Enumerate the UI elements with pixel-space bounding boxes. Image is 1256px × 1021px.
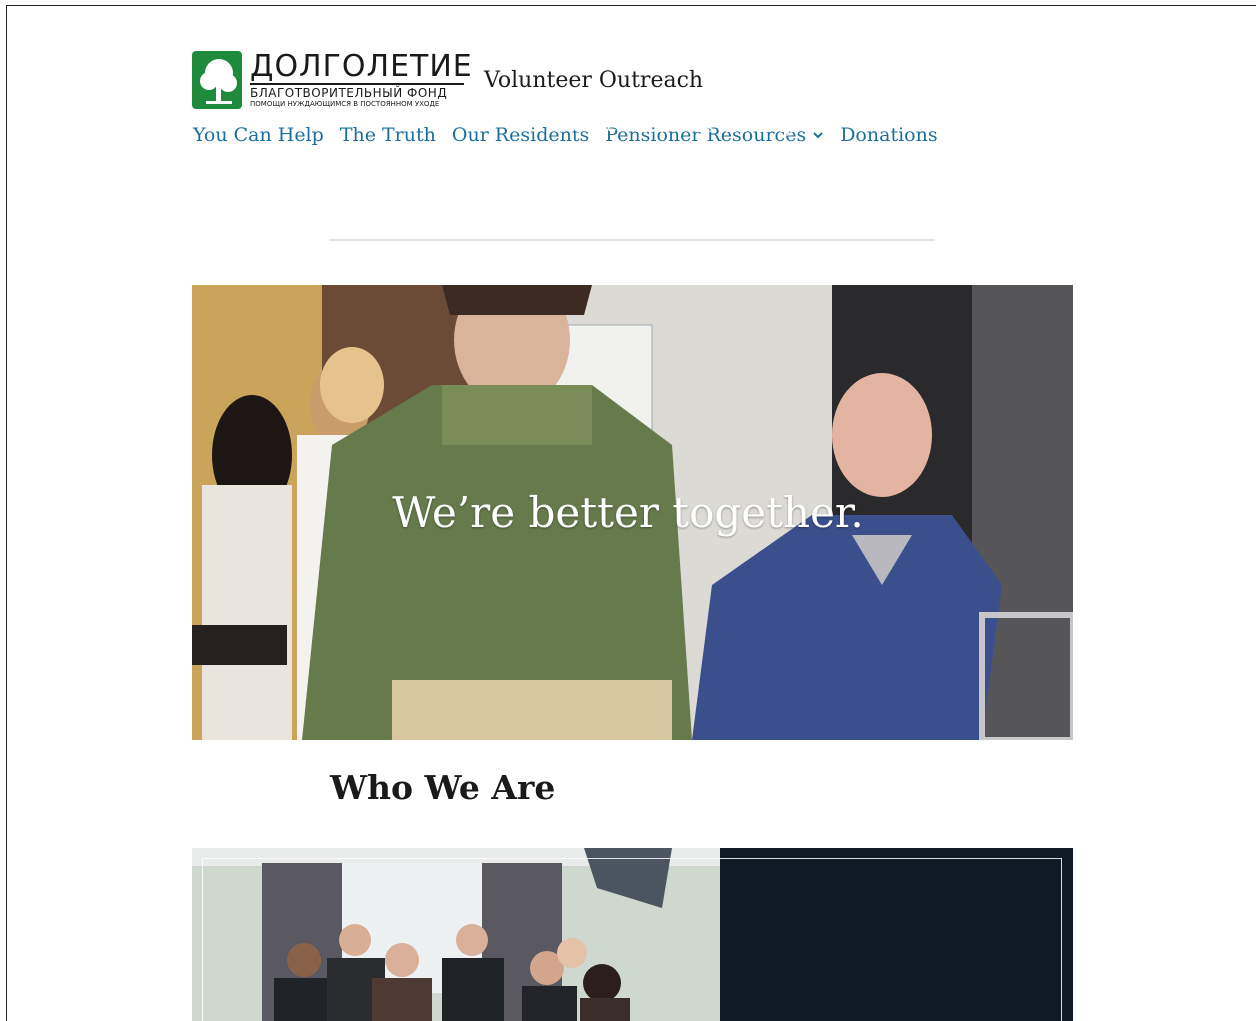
nav-you-can-help[interactable]: You Can Help [193, 124, 324, 146]
header-separator [329, 239, 935, 241]
nav-the-truth[interactable]: The Truth [340, 124, 436, 146]
nav-label: You Can Help [193, 124, 324, 146]
who-we-are-block [192, 848, 1073, 1021]
who-we-are-panel [720, 848, 1073, 1021]
tree-logo-icon [192, 51, 242, 109]
who-we-are-text: We are volunteers that help Russia’s mos… [557, 117, 849, 207]
section-title-who-we-are: Who We Are [330, 768, 556, 807]
site-logo[interactable]: ДОЛГОЛЕТИЕ БЛАГОТВОРИТЕЛЬНЫЙ ФОНД ПОМОЩИ… [192, 49, 473, 110]
site-title[interactable]: Volunteer Outreach [484, 68, 703, 93]
nav-label: The Truth [339, 124, 436, 146]
logo-subtitle: БЛАГОТВОРИТЕЛЬНЫЙ ФОНД [250, 86, 448, 100]
group-photo-illustration [192, 848, 720, 1021]
logo-wordmark: ДОЛГОЛЕТИЕ БЛАГОТВОРИТЕЛЬНЫЙ ФОНД ПОМОЩИ… [250, 49, 473, 108]
logo-title: ДОЛГОЛЕТИЕ [250, 49, 473, 85]
logo-tagline: ПОМОЩИ НУЖДАЮЩИМСЯ В ПОСТОЯННОМ УХОДЕ [250, 100, 440, 108]
hero-heading: We’re better together. [392, 488, 864, 537]
